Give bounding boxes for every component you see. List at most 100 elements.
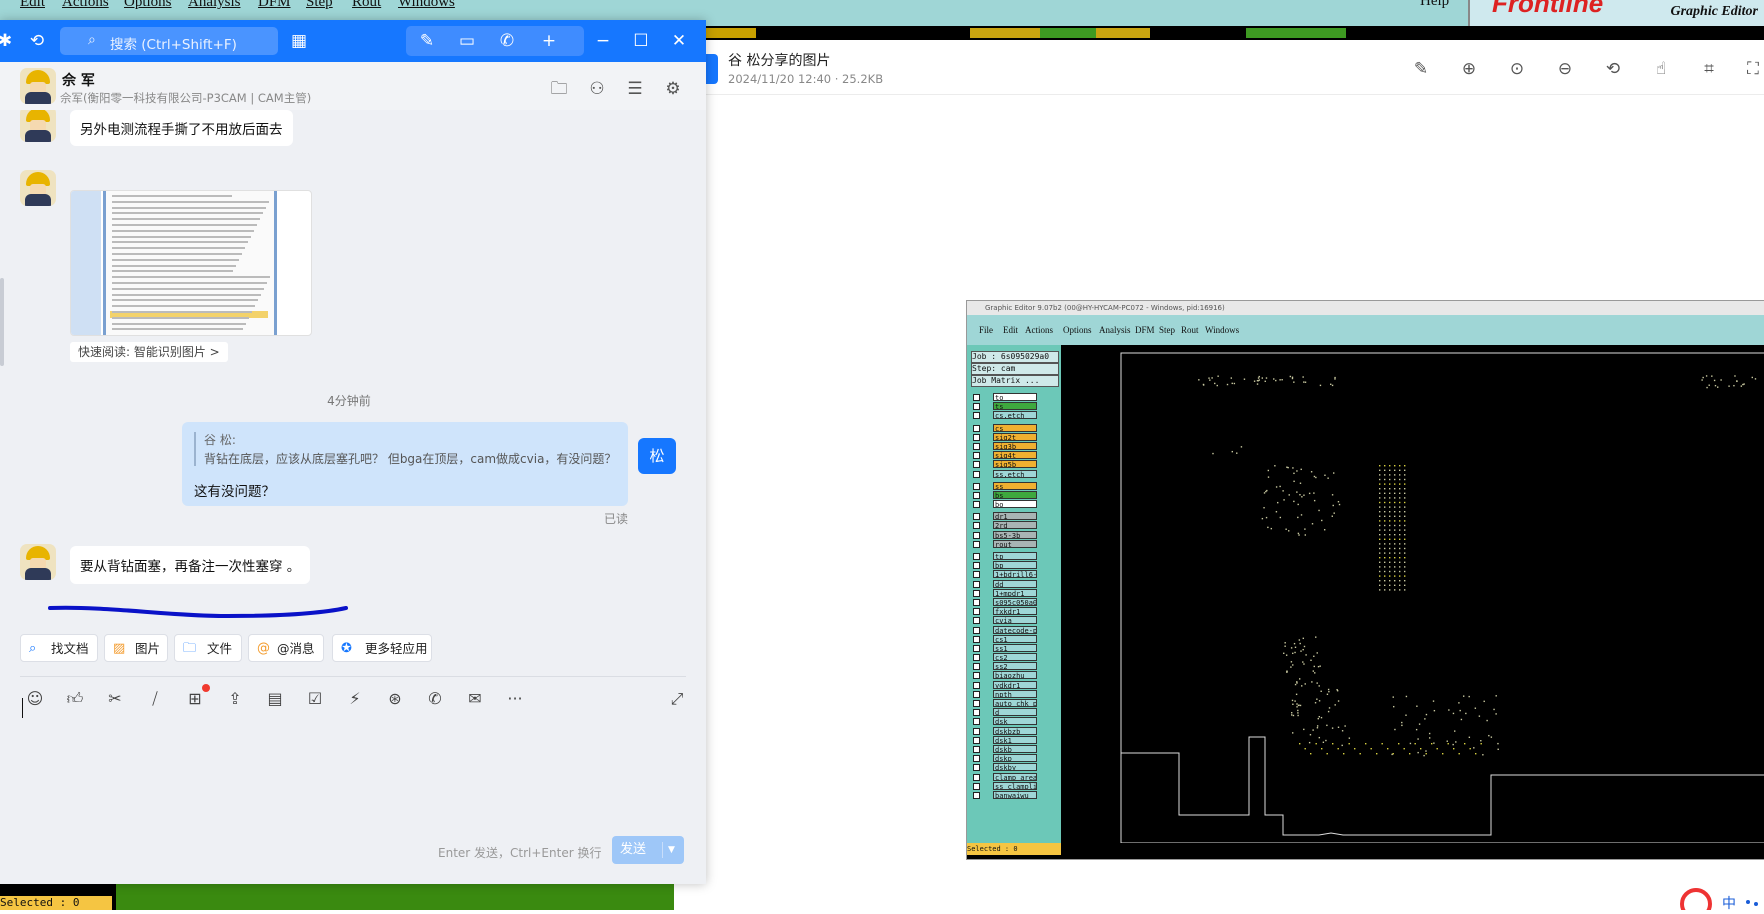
thumb-text-row — [112, 195, 232, 197]
zoom-out-icon[interactable]: ⊖ — [1552, 56, 1578, 82]
add-member-icon[interactable]: ⚇ — [584, 76, 610, 102]
search-input[interactable]: ⌕ 搜索 (Ctrl+Shift+F) — [60, 27, 278, 55]
bg-menu-edit[interactable]: Edit — [20, 0, 45, 11]
add-icon[interactable]: + — [536, 28, 562, 54]
left-edge-scrollbar[interactable] — [0, 278, 4, 366]
pcb-pad — [1392, 753, 1394, 755]
image-button[interactable]: ▨ 图片 — [104, 634, 168, 662]
hand-icon[interactable]: ☝ — [1648, 56, 1674, 82]
minimize-icon[interactable]: − — [590, 28, 616, 54]
more-apps-button[interactable]: ✪ 更多轻应用 — [332, 634, 432, 662]
shot-layer-row: ydkdr1 — [973, 680, 1057, 690]
apps-grid-icon[interactable]: ▦ — [286, 28, 312, 54]
pcb-pad — [1734, 375, 1736, 377]
pcb-pad — [1257, 377, 1260, 379]
mention-button[interactable]: @ @消息 — [248, 634, 324, 662]
shot-layer-row: bs — [973, 490, 1057, 500]
send-button[interactable]: 发送 ▼ — [612, 836, 684, 864]
bg-menu-dfm[interactable]: DFM — [258, 0, 291, 11]
ocr-text-icon[interactable]: ⌗ — [1696, 56, 1722, 82]
sender-avatar[interactable] — [20, 544, 56, 580]
bg-menu-analysis[interactable]: Analysis — [188, 0, 241, 11]
emoji-icon[interactable]: ☺ — [22, 686, 48, 712]
shared-screenshot-image[interactable]: Graphic Editor 9.07b2 (00@HY-HYCAM-PC072… — [966, 300, 1764, 860]
pcb-pad — [1392, 705, 1395, 708]
search-history-icon[interactable]: ☰ — [622, 76, 648, 102]
maximize-icon[interactable]: ☐ — [628, 28, 654, 54]
doc-search-icon: ⌕ — [29, 641, 37, 656]
shot-selected-label: Selected : 0 — [967, 843, 1061, 855]
pcb-pad — [1394, 529, 1396, 531]
pcb-pad — [1488, 734, 1490, 737]
bg-menu-windows[interactable]: Windows — [398, 0, 455, 11]
more-icon[interactable]: ··· — [502, 686, 528, 712]
pcb-pad — [1497, 748, 1499, 751]
pcb-pad — [1399, 557, 1401, 559]
pcb-pad — [1714, 384, 1717, 387]
pcb-pad — [1299, 743, 1301, 745]
text-input-caret[interactable] — [22, 698, 23, 718]
contact-name[interactable]: 佘 军 — [62, 70, 95, 90]
remote-icon[interactable]: ⊛ — [382, 686, 408, 712]
pcb-pad — [1399, 529, 1401, 531]
bg-menu-step[interactable]: Step — [306, 0, 333, 11]
pcb-pad — [1404, 538, 1406, 540]
lightning-icon[interactable]: ⚡ — [342, 686, 368, 712]
actual-size-icon[interactable]: ⊙ — [1504, 56, 1530, 82]
pcb-pad — [1394, 488, 1396, 490]
mail-icon[interactable]: ✉ — [462, 686, 488, 712]
image-message-thumbnail[interactable] — [70, 190, 312, 336]
bg-menu-rout[interactable]: Rout — [352, 0, 381, 11]
upload-icon[interactable]: ⇪ — [222, 686, 248, 712]
call-icon[interactable]: ✆ — [494, 28, 520, 54]
rotate-icon[interactable]: ⟲ — [1600, 56, 1626, 82]
ime-tray[interactable]: 中 — [1676, 886, 1764, 914]
phone-icon[interactable]: ✆ — [422, 686, 448, 712]
pcb-pad — [1399, 515, 1401, 517]
file-button[interactable]: 🗀 文件 — [174, 634, 242, 662]
pcb-pad — [1705, 375, 1708, 377]
history-icon[interactable]: ⟲ — [24, 28, 50, 54]
message-timestamp: 4分钟前 — [327, 394, 371, 408]
app-logo-icon[interactable]: ✱ — [0, 28, 18, 54]
thumb-text-row — [112, 264, 236, 267]
viewer-side-tab[interactable] — [706, 54, 718, 84]
pcb-pad — [1297, 712, 1299, 714]
find-doc-button[interactable]: ⌕ 找文档 — [20, 634, 98, 662]
screen-share-icon[interactable]: ▭ — [454, 28, 480, 54]
pcb-pad — [1398, 743, 1400, 745]
bg-menu-actions[interactable]: Actions — [62, 0, 109, 11]
send-options-chevron-icon[interactable]: ▼ — [668, 836, 675, 864]
my-reply-bubble: 谷 松: 背钻在底层，应该从底层塞孔吧？ 但bga在顶层，cam做成cvia，有… — [182, 422, 628, 506]
pcb-pad — [1326, 724, 1328, 727]
pcb-pad — [1432, 700, 1435, 702]
settings-gear-icon[interactable]: ⚙ — [660, 76, 686, 102]
thumbs-up-icon[interactable]: 👍︎ — [62, 686, 88, 712]
pcb-pad — [1384, 465, 1386, 467]
shot-layer-row: to — [973, 393, 1057, 402]
command-icon[interactable]: ⧸ — [142, 686, 168, 712]
quick-read-link[interactable]: 快速阅读: 智能识别图片 > — [70, 342, 228, 362]
pcb-pad — [1302, 376, 1304, 378]
pcb-pad — [1331, 515, 1333, 517]
contact-avatar[interactable] — [20, 68, 56, 104]
folder-icon[interactable]: 🗀 — [546, 76, 572, 102]
sender-avatar[interactable] — [20, 110, 56, 142]
sender-avatar[interactable] — [20, 170, 56, 206]
bg-menu-help[interactable]: Help — [1420, 0, 1449, 10]
pcb-pad — [1394, 584, 1396, 586]
checkbox-icon[interactable]: ☑ — [302, 686, 328, 712]
zoom-in-icon[interactable]: ⊕ — [1456, 56, 1482, 82]
ai-translate-icon[interactable]: ✎ — [414, 28, 440, 54]
ai-magic-icon[interactable]: ✎ — [1408, 56, 1434, 82]
pcb-pad — [1303, 381, 1305, 383]
bg-menu-options[interactable]: Options — [124, 0, 172, 11]
close-icon[interactable]: ✕ — [666, 28, 692, 54]
pcb-pad — [1404, 580, 1406, 582]
shot-layer-row: 2rd — [973, 521, 1057, 530]
calendar-icon[interactable]: ▤ — [262, 686, 288, 712]
scissors-icon[interactable]: ✂ — [102, 686, 128, 712]
expand-icon[interactable]: ⤢ — [664, 686, 690, 712]
fullscreen-icon[interactable]: ⛶ — [1740, 56, 1764, 82]
my-avatar[interactable]: 松 — [638, 438, 676, 474]
